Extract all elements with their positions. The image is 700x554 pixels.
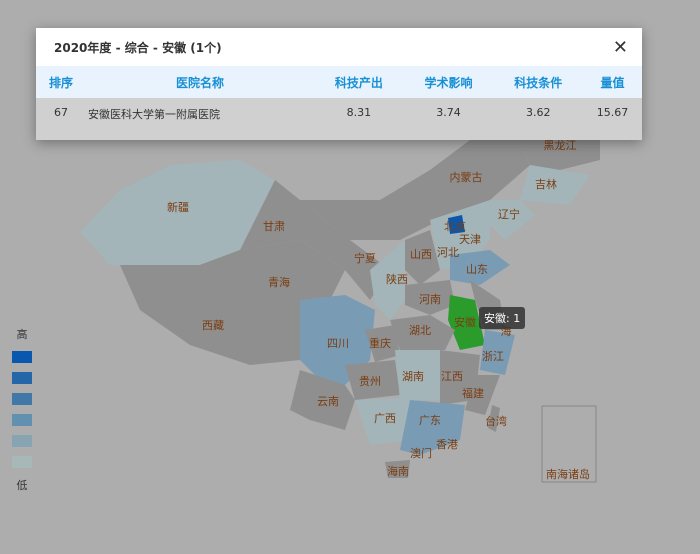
cell-tech-conditions: 3.62 xyxy=(493,98,584,140)
hospital-list-modal: 2020年度 - 综合 - 安徽 (1个) ✕ 排序 医院名称 科技产出 学术影… xyxy=(36,28,642,140)
province-label: 重庆 xyxy=(369,337,391,350)
col-tech-conditions: 科技条件 xyxy=(493,66,584,98)
legend-swatch[interactable] xyxy=(12,435,32,447)
province-label: 浙江 xyxy=(482,350,504,363)
province-label: 云南 xyxy=(317,395,339,408)
province-label: 湖北 xyxy=(409,324,431,337)
cell-tech-output: 8.31 xyxy=(314,98,404,140)
province-label: 台湾 xyxy=(485,415,507,428)
legend-swatch[interactable] xyxy=(12,372,32,384)
legend-high-label: 高 xyxy=(16,328,28,341)
province-label: 山西 xyxy=(410,248,432,261)
col-rank: 排序 xyxy=(36,66,86,98)
legend-low-label: 低 xyxy=(16,479,28,492)
province-label: 安徽 xyxy=(454,316,476,329)
table-header: 排序 医院名称 科技产出 学术影响 科技条件 量值 xyxy=(36,66,642,98)
province-label: 香港 xyxy=(436,438,458,451)
province-label: 天津 xyxy=(459,233,481,246)
province-label: 内蒙古 xyxy=(449,171,483,184)
modal-title: 2020年度 - 综合 - 安徽 (1个) xyxy=(54,40,222,55)
legend-swatch[interactable] xyxy=(12,351,32,363)
province-label: 宁夏 xyxy=(354,252,376,265)
table-row[interactable]: 67 安徽医科大学第一附属医院 8.31 3.74 3.62 15.67 xyxy=(36,98,642,140)
cell-score: 15.67 xyxy=(583,98,642,140)
province-label: 江西 xyxy=(441,370,463,383)
province-label: 山东 xyxy=(466,263,488,276)
province-label: 青海 xyxy=(268,276,290,289)
close-icon[interactable]: ✕ xyxy=(613,37,628,58)
province-label: 西藏 xyxy=(202,319,224,332)
province-label: 澳门 xyxy=(410,447,432,460)
col-academic-impact: 学术影响 xyxy=(403,66,494,98)
province-label: 贵州 xyxy=(359,375,381,388)
province-label: 南海诸岛 xyxy=(546,468,590,481)
province-label: 广西 xyxy=(374,412,396,425)
province-label: 海南 xyxy=(387,465,409,478)
province-label: 河北 xyxy=(437,246,459,259)
legend-swatch[interactable] xyxy=(12,414,32,426)
province-label: 吉林 xyxy=(535,178,557,191)
province-label: 河南 xyxy=(419,293,441,306)
legend-swatch[interactable] xyxy=(12,456,32,468)
province-label: 广东 xyxy=(419,414,441,427)
province-label: 福建 xyxy=(462,387,484,400)
map-tooltip: 安徽: 1 xyxy=(479,307,526,329)
province-label: 湖南 xyxy=(402,370,424,383)
cell-academic-impact: 3.74 xyxy=(403,98,494,140)
province-label: 甘肃 xyxy=(263,220,285,233)
cell-rank: 67 xyxy=(36,98,86,140)
legend-swatch[interactable] xyxy=(12,393,32,405)
col-hospital-name: 医院名称 xyxy=(86,66,314,98)
province-label: 新疆 xyxy=(167,201,189,214)
col-tech-output: 科技产出 xyxy=(314,66,404,98)
visual-map-legend[interactable]: 高 低 xyxy=(12,326,34,493)
col-score: 量值 xyxy=(583,66,642,98)
hospital-table: 排序 医院名称 科技产出 学术影响 科技条件 量值 67 安徽医科大学第一附属医… xyxy=(36,66,642,140)
cell-hospital-name: 安徽医科大学第一附属医院 xyxy=(86,98,314,140)
province-label: 辽宁 xyxy=(498,208,520,221)
province-label: 四川 xyxy=(327,337,349,350)
province-label: 陕西 xyxy=(386,273,408,286)
